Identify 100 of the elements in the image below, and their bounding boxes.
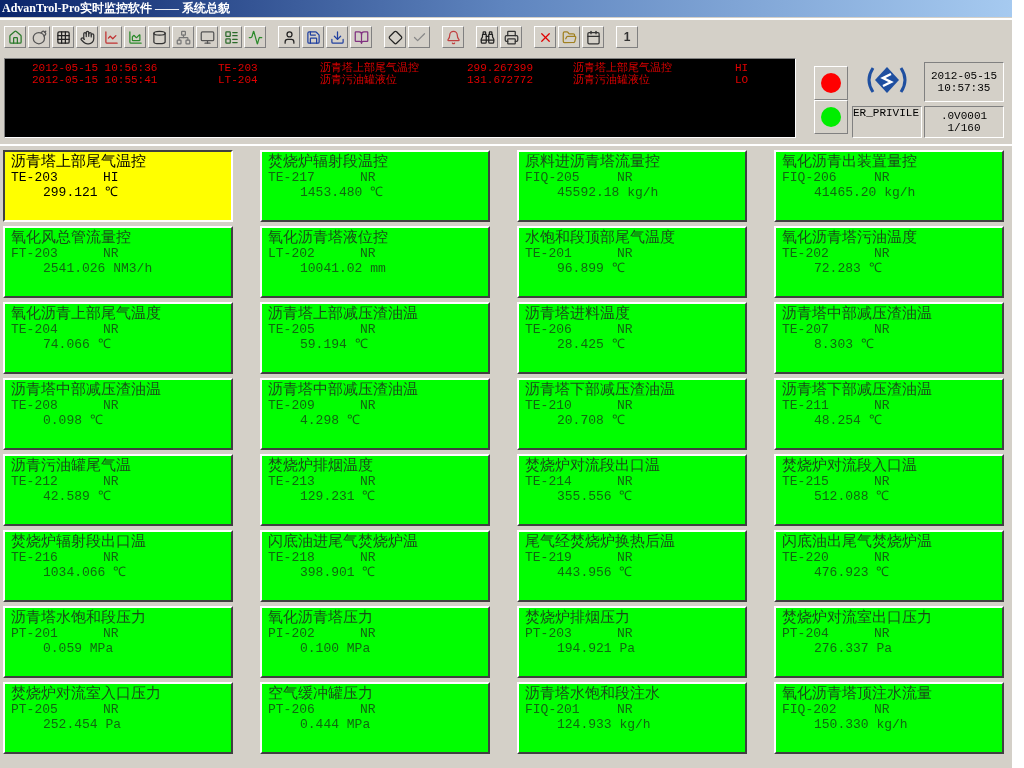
point-name: 沥青塔进料温度 (525, 305, 631, 322)
book-button[interactable] (350, 26, 372, 48)
point-card[interactable]: 沥青塔水饱和段注水 FIQ-201 NR 124.933 kg/h (517, 682, 747, 754)
search-button[interactable] (476, 26, 498, 48)
hand-button[interactable] (76, 26, 98, 48)
point-card[interactable]: 沥青塔中部减压渣油温 TE-209 NR 4.298 ℃ (260, 378, 490, 450)
point-tag: PI-202 (268, 626, 360, 641)
point-card[interactable]: 氧化沥青上部尾气温度 TE-204 NR 74.066 ℃ (3, 302, 233, 374)
point-value: 194.921 Pa (556, 641, 636, 657)
point-tag: PT-204 (782, 626, 874, 641)
point-card[interactable]: 沥青塔上部尾气温控 TE-203 HI 299.121 ℃ (3, 150, 233, 222)
point-card[interactable]: 焚烧炉排烟温度 TE-213 NR 129.231 ℃ (260, 454, 490, 526)
point-status: NR (103, 246, 119, 261)
point-status: NR (103, 550, 119, 565)
network-button[interactable] (172, 26, 194, 48)
point-name: 闪底油进尾气焚烧炉温 (268, 533, 419, 550)
light-box[interactable] (814, 100, 848, 134)
point-value: 252.454 Pa (42, 717, 122, 733)
download-button[interactable] (326, 26, 348, 48)
save-button[interactable] (302, 26, 324, 48)
point-value: 124.933 kg/h (556, 717, 652, 733)
point-card[interactable]: 沥青塔水饱和段压力 PT-201 NR 0.059 MPa (3, 606, 233, 678)
point-card[interactable]: 原料进沥青塔流量控 FIQ-205 NR 45592.18 kg/h (517, 150, 747, 222)
point-card[interactable]: 空气缓冲罐压力 PT-206 NR 0.444 MPa (260, 682, 490, 754)
light-box[interactable] (814, 66, 848, 100)
chart-button[interactable] (124, 26, 146, 48)
point-name: 焚烧炉辐射段温控 (268, 153, 389, 170)
alarm-time: 2012-05-15 10:56:36 (32, 62, 159, 74)
point-card[interactable]: 闪底油出尾气焚烧炉温 TE-220 NR 476.923 ℃ (774, 530, 1004, 602)
signal-button[interactable] (244, 26, 266, 48)
point-tag: FIQ-206 (782, 170, 874, 185)
point-status: NR (617, 322, 633, 337)
check-button[interactable] (408, 26, 430, 48)
point-name: 焚烧炉对流室入口压力 (11, 685, 162, 702)
point-card[interactable]: 沥青塔中部减压渣油温 TE-207 NR 8.303 ℃ (774, 302, 1004, 374)
point-card[interactable]: 沥青塔中部减压渣油温 TE-208 NR 0.098 ℃ (3, 378, 233, 450)
point-card[interactable]: 焚烧炉对流段出口温 TE-214 NR 355.556 ℃ (517, 454, 747, 526)
point-card[interactable]: 焚烧炉对流室出口压力 PT-204 NR 276.337 Pa (774, 606, 1004, 678)
point-status: NR (874, 246, 890, 261)
monitor-button[interactable] (196, 26, 218, 48)
bomb-button[interactable] (28, 26, 50, 48)
point-card[interactable]: 氧化风总管流量控 FT-203 NR 2541.026 NM3/h (3, 226, 233, 298)
point-status: NR (360, 246, 376, 261)
point-card[interactable]: 沥青塔进料温度 TE-206 NR 28.425 ℃ (517, 302, 747, 374)
point-tag: TE-201 (525, 246, 617, 261)
trend-button[interactable] (100, 26, 122, 48)
lamp-icon (821, 107, 841, 127)
list-button[interactable] (220, 26, 242, 48)
point-status: NR (617, 170, 633, 185)
point-value: 45592.18 kg/h (556, 185, 660, 201)
diamond-button[interactable] (384, 26, 406, 48)
point-value: 74.066 ℃ (42, 337, 112, 353)
point-tag: TE-202 (782, 246, 874, 261)
point-card[interactable]: 焚烧炉对流室入口压力 PT-205 NR 252.454 Pa (3, 682, 233, 754)
point-card[interactable]: 氧化沥青塔顶注水流量 FIQ-202 NR 150.330 kg/h (774, 682, 1004, 754)
point-card[interactable]: 焚烧炉排烟压力 PT-203 NR 194.921 Pa (517, 606, 747, 678)
point-card[interactable]: 焚烧炉对流段入口温 TE-215 NR 512.088 ℃ (774, 454, 1004, 526)
home-button[interactable] (4, 26, 26, 48)
point-value: 0.059 MPa (42, 641, 115, 657)
point-card[interactable]: 水饱和段顶部尾气温度 TE-201 NR 96.899 ℃ (517, 226, 747, 298)
point-card[interactable]: 氧化沥青塔压力 PI-202 NR 0.100 MPa (260, 606, 490, 678)
point-value: 1034.066 ℃ (42, 565, 128, 581)
point-tag: LT-202 (268, 246, 360, 261)
point-card[interactable]: 沥青塔下部减压渣油温 TE-210 NR 20.708 ℃ (517, 378, 747, 450)
point-card[interactable]: 沥青塔下部减压渣油温 TE-211 NR 48.254 ℃ (774, 378, 1004, 450)
point-card[interactable]: 尾气经焚烧炉换热后温 TE-219 NR 443.956 ℃ (517, 530, 747, 602)
monitor-icon (199, 29, 215, 45)
point-name: 氧化沥青塔污油温度 (782, 229, 918, 246)
folder-icon (561, 29, 577, 45)
calendar-button[interactable] (582, 26, 604, 48)
point-tag: TE-213 (268, 474, 360, 489)
point-card[interactable]: 氧化沥青塔污油温度 TE-202 NR 72.283 ℃ (774, 226, 1004, 298)
point-name: 沥青塔下部减压渣油温 (782, 381, 933, 398)
point-value: 0.098 ℃ (42, 413, 104, 429)
user-button[interactable] (278, 26, 300, 48)
close-button[interactable] (534, 26, 556, 48)
point-status: NR (874, 170, 890, 185)
grid-button[interactable] (52, 26, 74, 48)
point-status: NR (617, 626, 633, 641)
printer-button[interactable] (500, 26, 522, 48)
point-name: 焚烧炉排烟温度 (268, 457, 374, 474)
page-button[interactable]: 1 (616, 26, 638, 48)
point-status: NR (360, 398, 376, 413)
alarm-status: LO (735, 74, 750, 86)
point-card[interactable]: 闪底油进尾气焚烧炉温 TE-218 NR 398.901 ℃ (260, 530, 490, 602)
point-card[interactable]: 氧化沥青出装置量控 FIQ-206 NR 41465.20 kg/h (774, 150, 1004, 222)
point-tag: PT-203 (525, 626, 617, 641)
point-name: 氧化沥青出装置量控 (782, 153, 918, 170)
point-card[interactable]: 沥青塔上部减压渣油温 TE-205 NR 59.194 ℃ (260, 302, 490, 374)
folder-button[interactable] (558, 26, 580, 48)
point-card[interactable]: 沥青污油罐尾气温 TE-212 NR 42.589 ℃ (3, 454, 233, 526)
page-count: 1/160 (947, 122, 981, 134)
point-tag: TE-204 (11, 322, 103, 337)
point-card[interactable]: 氧化沥青塔液位控 LT-202 NR 10041.02 mm (260, 226, 490, 298)
point-name: 沥青污油罐尾气温 (11, 457, 132, 474)
point-card[interactable]: 焚烧炉辐射段温控 TE-217 NR 1453.480 ℃ (260, 150, 490, 222)
point-status: NR (874, 398, 890, 413)
point-card[interactable]: 焚烧炉辐射段出口温 TE-216 NR 1034.066 ℃ (3, 530, 233, 602)
bell-button[interactable] (442, 26, 464, 48)
cylinder-button[interactable] (148, 26, 170, 48)
